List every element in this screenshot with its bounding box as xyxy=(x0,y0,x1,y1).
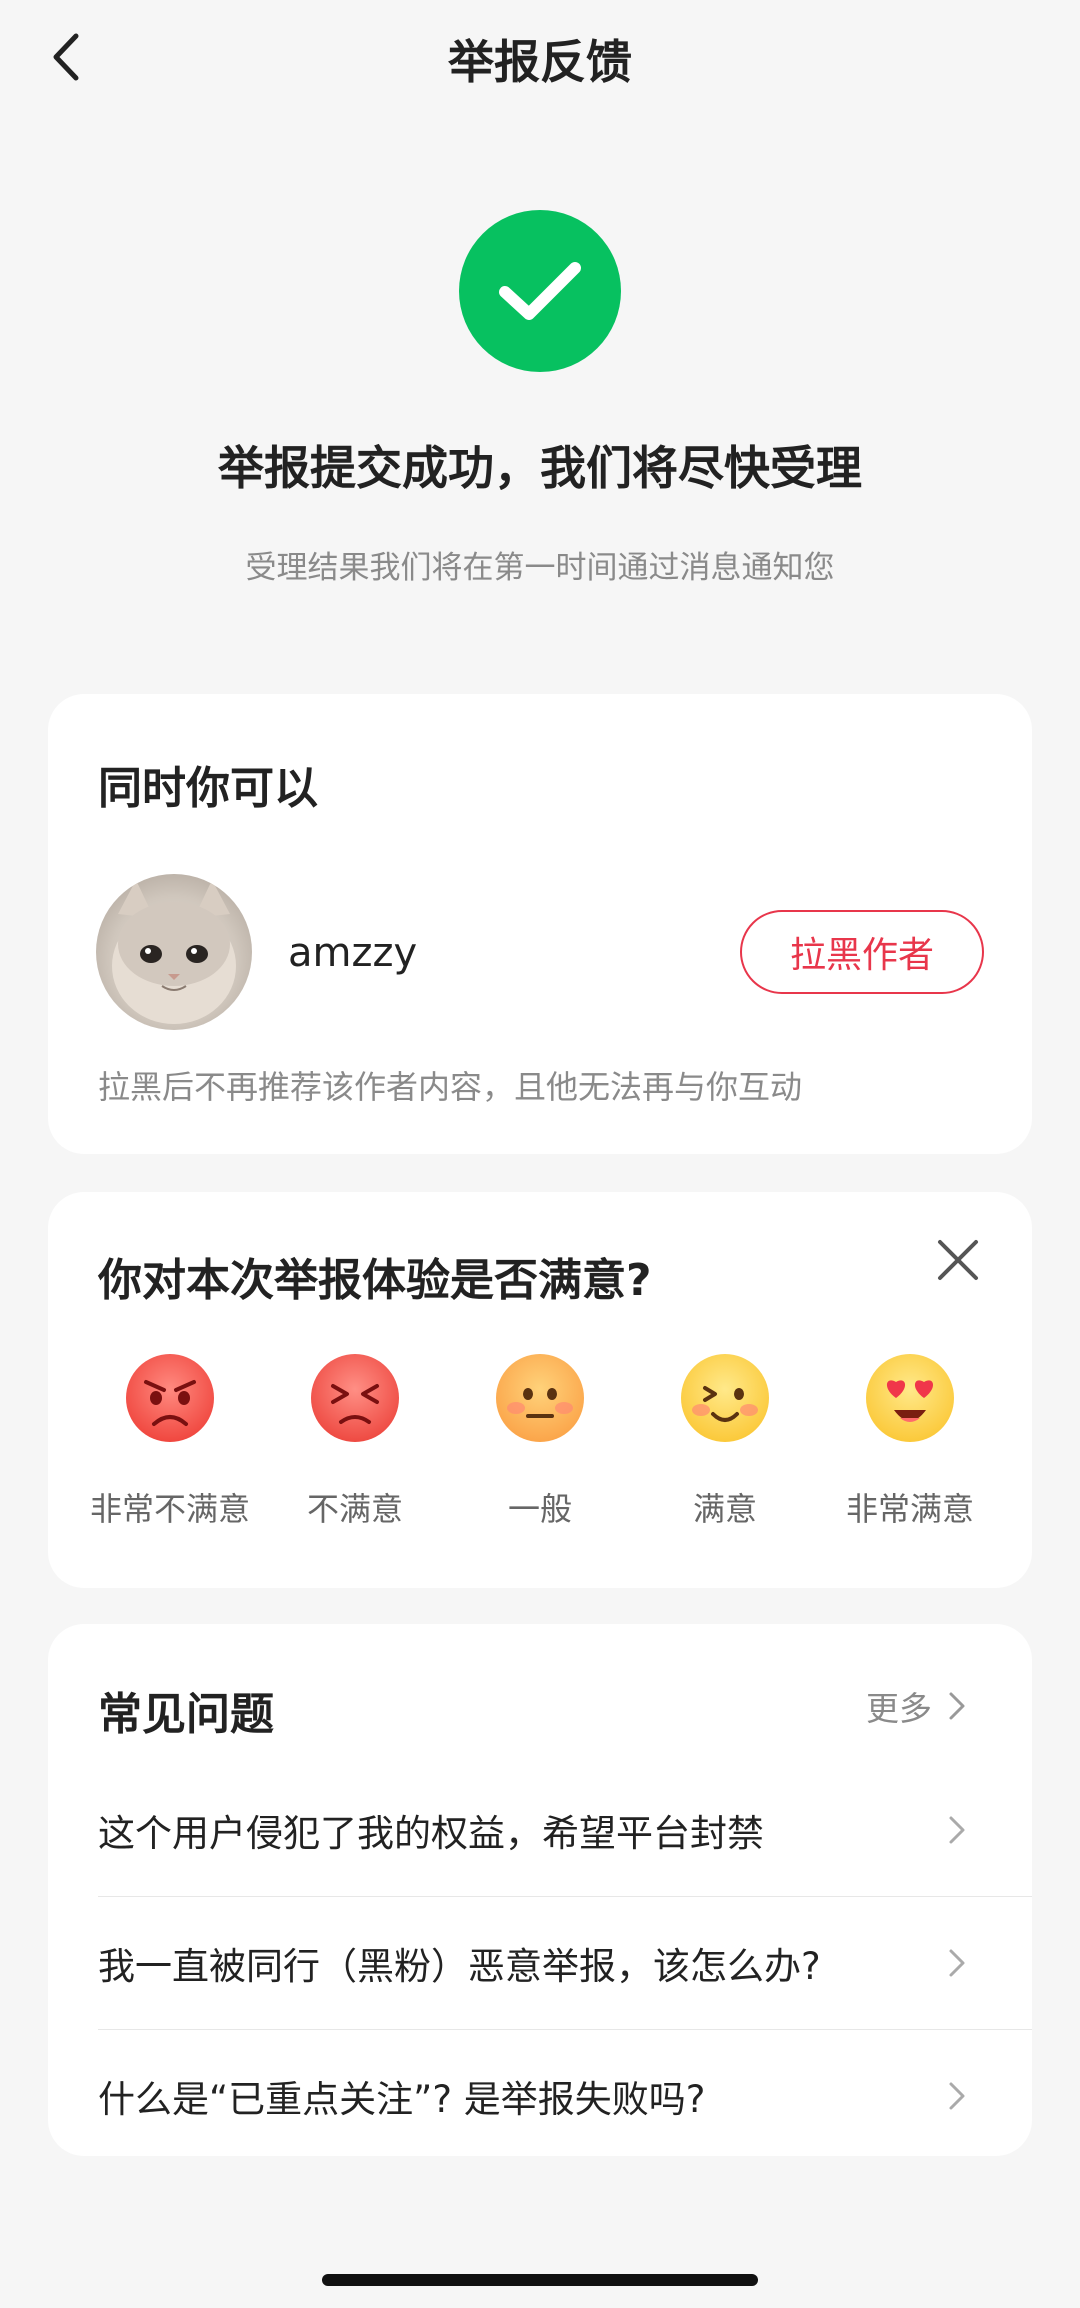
home-indicator[interactable] xyxy=(322,2274,758,2286)
rating-label: 非常满意 xyxy=(845,1490,974,1528)
success-subtitle: 受理结果我们将在第一时间通过消息通知您 xyxy=(245,550,835,586)
very-satisfied-emoji-icon xyxy=(866,1354,954,1442)
actions-heading: 同时你可以 xyxy=(98,763,318,814)
rating-label: 一般 xyxy=(507,1490,572,1528)
block-author-button[interactable]: 拉黑作者 xyxy=(740,910,984,994)
rating-very-dissatisfied[interactable]: 非常不满意 xyxy=(78,1352,262,1530)
survey-question: 你对本次举报体验是否满意? xyxy=(98,1255,652,1306)
author-avatar[interactable] xyxy=(96,874,252,1030)
faq-card: 常见问题 更多 这个用户侵犯了我的权益，希望平台封禁 我一直被同行（黑粉）恶意举… xyxy=(48,1624,1032,2156)
block-hint: 拉黑后不再推荐该作者内容，且他无法再与你互动 xyxy=(98,1068,803,1106)
report-feedback-page: 举报反馈 举报提交成功，我们将尽快受理 受理结果我们将在第一时间通过消息通知您 … xyxy=(0,0,1080,2308)
chevron-right-icon xyxy=(949,2082,965,2110)
navigation-bar: 举报反馈 xyxy=(0,0,1080,120)
page-title: 举报反馈 xyxy=(448,35,632,89)
very-dissatisfied-emoji-icon xyxy=(126,1354,214,1442)
rating-neutral[interactable]: 一般 xyxy=(448,1352,632,1530)
chevron-right-icon xyxy=(949,1949,965,1977)
rating-label: 不满意 xyxy=(306,1490,403,1528)
success-title: 举报提交成功，我们将尽快受理 xyxy=(218,441,862,495)
faq-heading: 常见问题 xyxy=(98,1689,274,1740)
satisfied-emoji-icon xyxy=(681,1354,769,1442)
rating-dissatisfied[interactable]: 不满意 xyxy=(263,1352,447,1530)
cat-avatar-image xyxy=(112,880,236,1024)
faq-more-link[interactable]: 更多 xyxy=(866,1682,966,1730)
chevron-right-icon xyxy=(949,1692,965,1720)
faq-item[interactable]: 我一直被同行（黑粉）恶意举报，该怎么办? xyxy=(98,1897,1032,2029)
close-icon xyxy=(938,1240,978,1280)
rating-satisfied[interactable]: 满意 xyxy=(633,1352,817,1530)
faq-item[interactable]: 这个用户侵犯了我的权益，希望平台封禁 xyxy=(98,1764,1032,1896)
actions-card: 同时你可以 amzzy 拉黑作者 拉黑后不再推荐该作者内容，且他无法再与你互动 xyxy=(48,694,1032,1154)
check-circle-icon xyxy=(459,210,621,372)
faq-item[interactable]: 什么是“已重点关注”? 是举报失败吗? xyxy=(98,2030,1032,2162)
faq-question: 什么是“已重点关注”? 是举报失败吗? xyxy=(98,2078,706,2121)
satisfaction-survey-card: 你对本次举报体验是否满意? 非常不满意 不满意 一般 满意 非常满意 xyxy=(48,1192,1032,1588)
rating-label: 非常不满意 xyxy=(89,1490,250,1528)
dissatisfied-emoji-icon xyxy=(311,1354,399,1442)
chevron-right-icon xyxy=(949,1816,965,1844)
faq-more-label: 更多 xyxy=(866,1689,932,1728)
rating-label: 满意 xyxy=(692,1490,757,1528)
faq-question: 这个用户侵犯了我的权益，希望平台封禁 xyxy=(98,1812,764,1855)
neutral-emoji-icon xyxy=(496,1354,584,1442)
close-survey-button[interactable] xyxy=(930,1232,986,1288)
rating-very-satisfied[interactable]: 非常满意 xyxy=(818,1352,1002,1530)
author-name: amzzy xyxy=(288,930,418,976)
faq-question: 我一直被同行（黑粉）恶意举报，该怎么办? xyxy=(98,1945,821,1988)
